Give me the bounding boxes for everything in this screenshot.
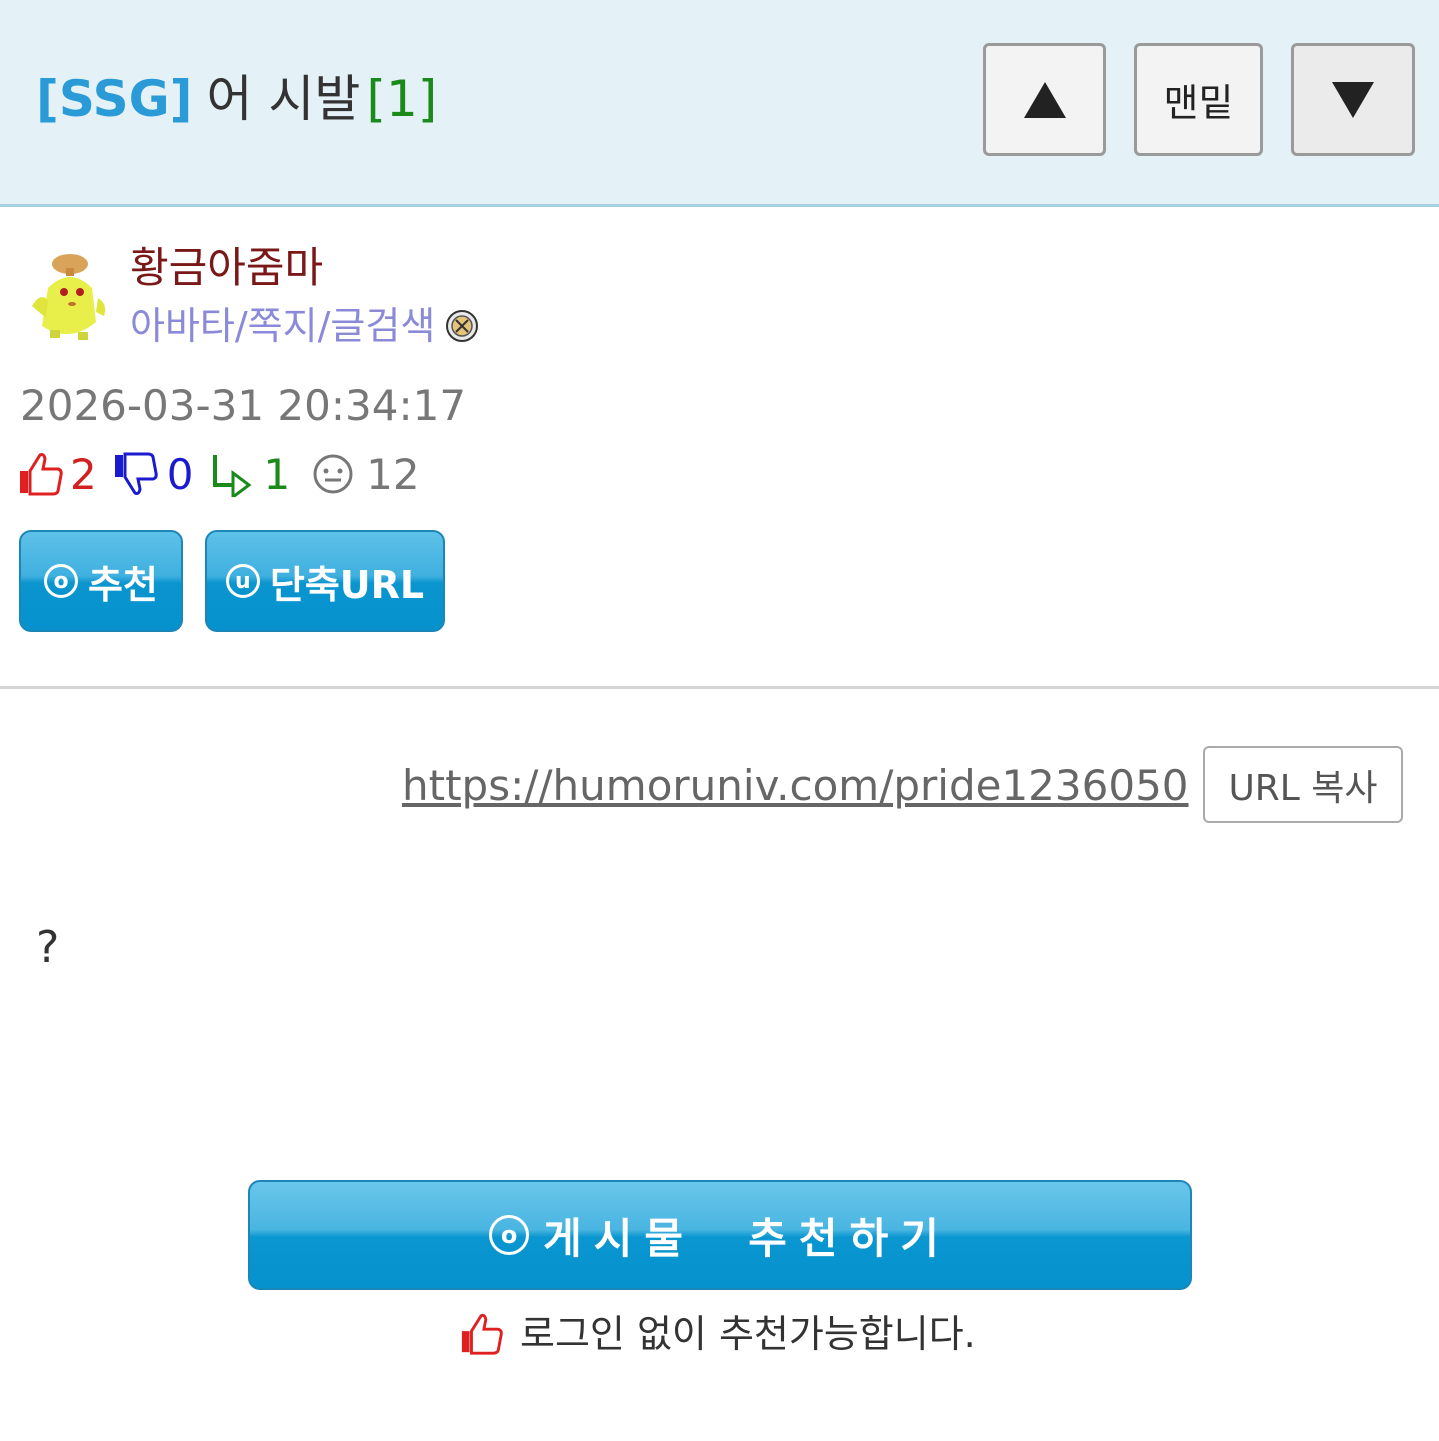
dislike-count: 0 — [166, 449, 194, 499]
post-stats: 2 0 1 12 — [18, 448, 420, 500]
view-count: 12 — [366, 449, 420, 499]
short-url-button-label: 단축URL — [269, 562, 425, 607]
circle-u-icon: u — [225, 564, 260, 598]
thumbs-up-icon — [461, 1313, 503, 1355]
thumbs-down-icon — [114, 452, 158, 495]
recommend-button[interactable]: o 추천 — [19, 530, 183, 632]
thumbs-up-icon — [20, 453, 63, 496]
post-url-link[interactable]: https://humoruniv.com/pride1236050 — [402, 760, 1189, 812]
member-badge-icon — [446, 310, 479, 342]
scroll-down-button[interactable] — [1291, 43, 1415, 156]
post-body: ? — [36, 922, 60, 973]
short-url-button[interactable]: u 단축URL — [205, 530, 445, 632]
reply-arrow-icon — [213, 455, 252, 497]
url-copy-button[interactable]: URL 복사 — [1203, 746, 1403, 823]
post-datetime: 2026-03-31 20:34:17 — [20, 381, 467, 430]
author-links-text[interactable]: 아바타/쪽지/글검색 — [130, 304, 435, 348]
avatar[interactable] — [20, 248, 110, 344]
author-links: 아바타/쪽지/글검색 — [130, 300, 479, 352]
recommend-count: 2 — [70, 449, 97, 499]
recommend-note-text: 로그인 없이 추천가능합니다. — [520, 1312, 976, 1356]
post-recommend-label: 게시물 추천하기 — [543, 1213, 951, 1263]
post-header: [SSG] 어 시발 [1] 맨밑 — [0, 0, 1439, 207]
post-title: [SSG] 어 시발 [1] — [36, 66, 437, 132]
triangle-down-icon — [1332, 81, 1374, 118]
scroll-up-button[interactable] — [983, 43, 1106, 156]
divider — [0, 686, 1439, 689]
category-tag: [SSG] — [36, 70, 193, 128]
post-subject: 어 시발 — [206, 70, 361, 128]
triangle-up-icon — [1023, 81, 1066, 118]
recommend-button-label: 추천 — [88, 562, 158, 607]
recommend-note: 로그인 없이 추천가능합니다. — [460, 1308, 976, 1360]
scroll-bottom-button[interactable]: 맨밑 — [1134, 43, 1263, 156]
comment-count[interactable]: [1] — [366, 70, 437, 128]
circle-o-icon: o — [489, 1215, 530, 1255]
circle-o-icon: o — [44, 564, 79, 598]
author-nickname[interactable]: 황금아줌마 — [130, 240, 323, 296]
reply-count: 1 — [263, 449, 291, 499]
post-recommend-button[interactable]: o 게시물 추천하기 — [248, 1180, 1192, 1290]
view-face-icon — [313, 454, 353, 494]
